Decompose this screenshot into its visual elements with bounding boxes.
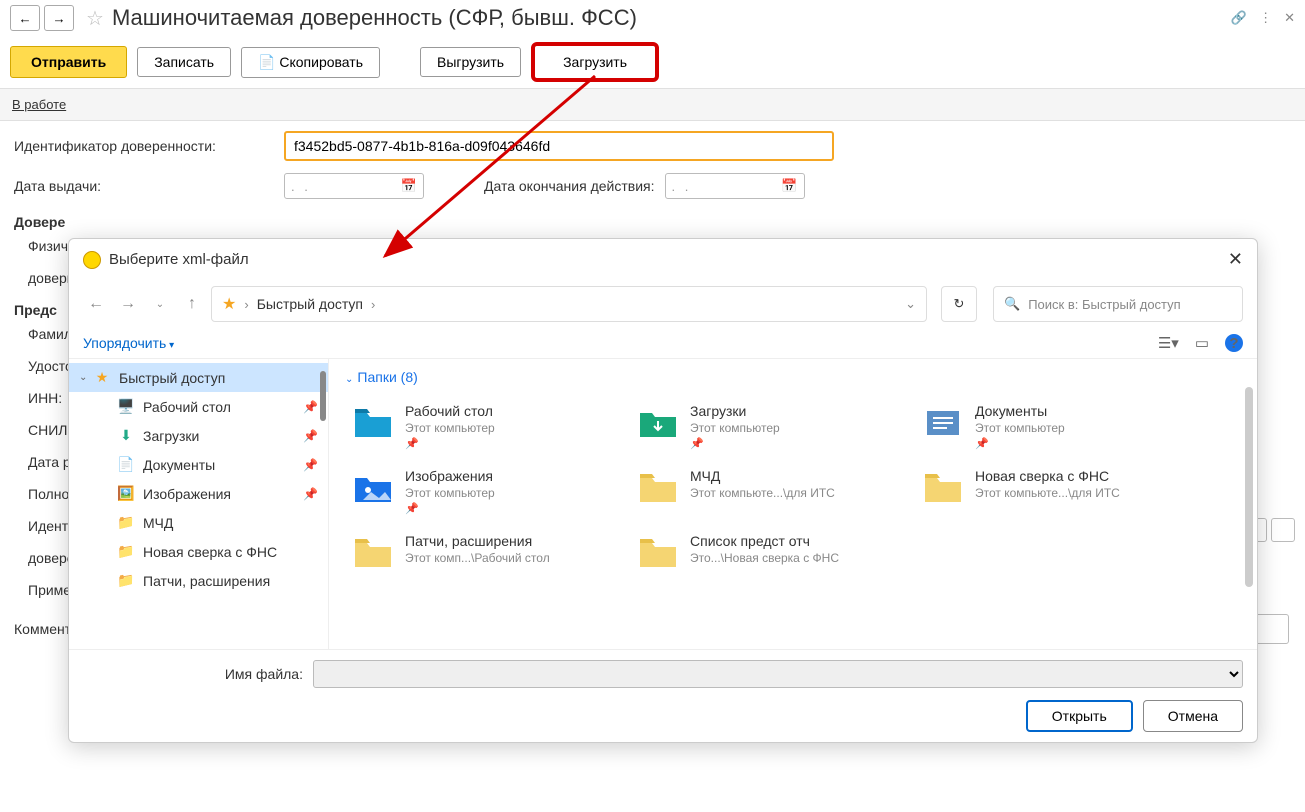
cancel-button[interactable]: Отмена xyxy=(1143,700,1243,732)
plain-folder-icon xyxy=(636,468,680,506)
favorite-star-icon[interactable]: ☆ xyxy=(86,6,104,31)
dlg-back-icon[interactable]: ← xyxy=(83,291,109,317)
file-open-dialog: Выберите xml-файл ✕ ← → ⌄ ↑ ★ › Быстрый … xyxy=(68,238,1258,743)
folder-item[interactable]: ЗагрузкиЭтот компьютер📌 xyxy=(630,397,905,456)
filename-input[interactable] xyxy=(313,660,1243,688)
docs-icon: 📄 xyxy=(117,456,135,473)
pictures-icon: 🖼️ xyxy=(117,485,135,502)
tree-item[interactable]: 🖼️Изображения📌 xyxy=(69,479,328,508)
load-button[interactable]: Загрузить xyxy=(531,42,659,82)
small-action-box[interactable] xyxy=(1271,518,1295,542)
folder-icon: 📁 xyxy=(117,572,135,589)
dialog-main-pane: ⌄Папки (8) Рабочий столЭтот компьютер📌За… xyxy=(329,359,1257,649)
search-icon: 🔍 xyxy=(1004,296,1020,312)
folder-item[interactable]: ИзображенияЭтот компьютер📌 xyxy=(345,462,620,521)
dialog-sidebar: ⌄★Быстрый доступ🖥️Рабочий стол📌⬇Загрузки… xyxy=(69,359,329,649)
dialog-title: Выберите xml-файл xyxy=(109,251,249,268)
filename-label: Имя файла: xyxy=(83,666,303,682)
chevron-down-icon[interactable]: ⌄ xyxy=(905,296,916,312)
nav-back-button[interactable]: ← xyxy=(10,5,40,31)
calendar-icon[interactable]: 📅 xyxy=(781,178,797,194)
principal-section: Довере xyxy=(14,214,1291,230)
plain-folder-icon xyxy=(921,468,965,506)
help-icon[interactable]: ? xyxy=(1225,334,1243,352)
close-window-icon[interactable]: ✕ xyxy=(1284,10,1295,26)
folder-item[interactable]: Список предст отчЭто...\Новая сверка с Ф… xyxy=(630,527,905,577)
desktop-icon: 🖥️ xyxy=(117,398,135,415)
dlg-forward-icon[interactable]: → xyxy=(115,291,141,317)
pin-icon: 📌 xyxy=(303,458,318,472)
more-icon[interactable]: ⋮ xyxy=(1259,10,1272,26)
copy-button[interactable]: 📄 Скопировать xyxy=(241,47,380,78)
pin-icon: 📌 xyxy=(405,502,495,515)
pin-icon: 📌 xyxy=(405,437,495,450)
link-icon[interactable]: 🔗 xyxy=(1231,10,1247,26)
tree-item[interactable]: ⬇Загрузки📌 xyxy=(69,421,328,450)
save-button[interactable]: Записать xyxy=(137,47,231,77)
folder-icon: 📁 xyxy=(117,514,135,531)
refresh-button[interactable]: ↻ xyxy=(941,286,977,322)
send-button[interactable]: Отправить xyxy=(10,46,127,78)
pin-icon: 📌 xyxy=(303,429,318,443)
status-link[interactable]: В работе xyxy=(12,97,66,112)
main-scrollbar[interactable] xyxy=(1245,387,1253,587)
view-mode-icon[interactable]: ☰▾ xyxy=(1158,334,1179,352)
star-icon: ★ xyxy=(222,294,236,314)
preview-pane-icon[interactable]: ▭ xyxy=(1195,334,1209,352)
tree-item[interactable]: 📁Патчи, расширения xyxy=(69,566,328,595)
expire-date-input[interactable]: . . 📅 xyxy=(665,173,805,199)
tree-item[interactable]: 🖥️Рабочий стол📌 xyxy=(69,392,328,421)
folder-item[interactable]: МЧДЭтот компьюте...\для ИТС xyxy=(630,462,905,521)
dialog-close-button[interactable]: ✕ xyxy=(1228,249,1243,270)
path-bar[interactable]: ★ › Быстрый доступ › ⌄ xyxy=(211,286,927,322)
folder-icon: 📁 xyxy=(117,543,135,560)
dlg-history-icon[interactable]: ⌄ xyxy=(147,291,173,317)
id-input[interactable] xyxy=(284,131,834,161)
organize-menu[interactable]: Упорядочить xyxy=(83,335,174,351)
tree-item[interactable]: 📁Новая сверка с ФНС xyxy=(69,537,328,566)
star-icon: ★ xyxy=(93,369,111,386)
folder-item[interactable]: Новая сверка с ФНСЭтот компьюте...\для И… xyxy=(915,462,1190,521)
folders-group-header[interactable]: ⌄Папки (8) xyxy=(345,369,1241,385)
export-button[interactable]: Выгрузить xyxy=(420,47,521,77)
plain-folder-icon xyxy=(351,533,395,571)
desktop-folder-icon xyxy=(351,403,395,441)
app-logo-icon xyxy=(83,251,101,269)
pin-icon: 📌 xyxy=(690,437,780,450)
pin-icon: 📌 xyxy=(303,400,318,414)
folder-item[interactable]: ДокументыЭтот компьютер📌 xyxy=(915,397,1190,456)
folder-item[interactable]: Патчи, расширенияЭтот комп...\Рабочий ст… xyxy=(345,527,620,577)
pictures-folder-icon xyxy=(351,468,395,506)
issue-date-label: Дата выдачи: xyxy=(14,178,284,194)
nav-forward-button[interactable]: → xyxy=(44,5,74,31)
plain-folder-icon xyxy=(636,533,680,571)
page-title: Машиночитаемая доверенность (СФР, бывш. … xyxy=(112,5,637,31)
folder-item[interactable]: Рабочий столЭтот компьютер📌 xyxy=(345,397,620,456)
issue-date-input[interactable]: . . 📅 xyxy=(284,173,424,199)
tree-item[interactable]: 📄Документы📌 xyxy=(69,450,328,479)
downloads-folder-icon xyxy=(636,403,680,441)
pin-icon: 📌 xyxy=(303,487,318,501)
sidebar-scrollbar[interactable] xyxy=(320,371,326,421)
docs-folder-icon xyxy=(921,403,965,441)
tree-item[interactable]: 📁МЧД xyxy=(69,508,328,537)
download-icon: ⬇ xyxy=(117,427,135,444)
search-input[interactable]: 🔍 Поиск в: Быстрый доступ xyxy=(993,286,1243,322)
id-label: Идентификатор доверенности: xyxy=(14,138,284,154)
calendar-icon[interactable]: 📅 xyxy=(401,178,417,194)
dlg-up-icon[interactable]: ↑ xyxy=(179,291,205,317)
open-button[interactable]: Открыть xyxy=(1026,700,1133,732)
pin-icon: 📌 xyxy=(975,437,1065,450)
expire-date-label: Дата окончания действия: xyxy=(484,178,655,194)
tree-item[interactable]: ⌄★Быстрый доступ xyxy=(69,363,328,392)
